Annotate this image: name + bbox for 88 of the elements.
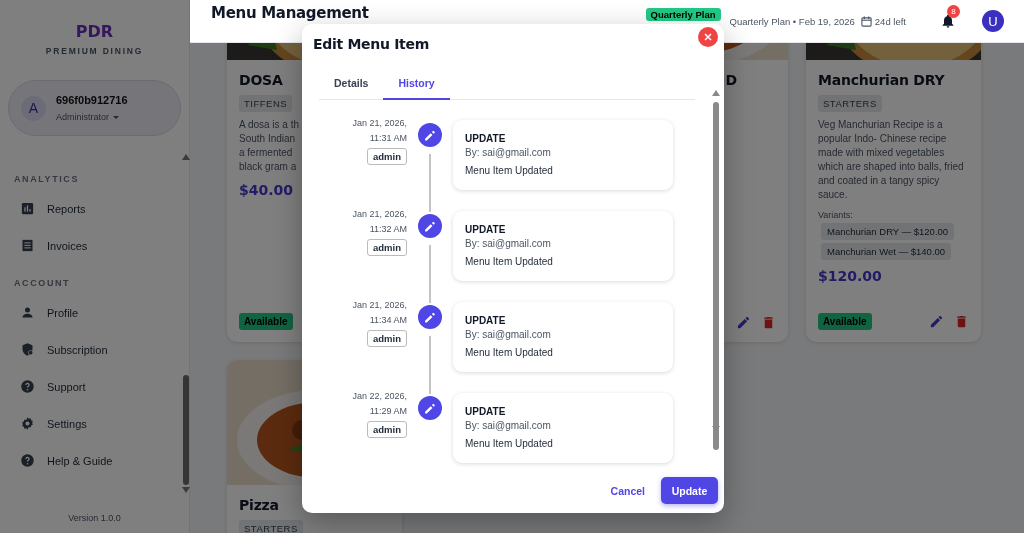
author-text: By: sai@gmail.com (465, 329, 552, 340)
description-line: A dosa is a th (239, 118, 300, 132)
author-text: By: sai@gmail.com (465, 147, 552, 158)
dish-title: DOSA (239, 72, 283, 88)
settings-icon (20, 416, 35, 431)
nav-item[interactable]: Reports (0, 190, 189, 227)
author-text: By: sai@gmail.com (465, 420, 552, 431)
section-heading: ACCOUNT (14, 278, 72, 288)
scroll-up-icon[interactable] (182, 154, 190, 160)
description-line: South Indian (239, 132, 296, 146)
change-note: Menu Item Updated (465, 347, 554, 358)
nav-item[interactable]: Invoices (0, 227, 189, 264)
plan-badge: Quarterly Plan (645, 8, 721, 21)
shield-icon (20, 342, 35, 357)
brand-tagline: PREMIUM DINING (45, 46, 144, 56)
plan-info: Quarterly Plan • Feb 19, 2026 (729, 15, 855, 27)
pencil-icon (423, 310, 437, 324)
trash-icon[interactable] (954, 314, 969, 329)
dish-title: Manchurian DRY (818, 72, 945, 88)
scrollbar-thumb[interactable] (183, 375, 189, 485)
nav-item[interactable]: Profile (0, 294, 189, 331)
trash-icon[interactable] (761, 315, 776, 330)
edit-icon[interactable] (929, 314, 944, 329)
dialog-title: Edit Menu Item (313, 35, 430, 52)
change-note: Menu Item Updated (465, 256, 554, 267)
dish-price: $40.00 (239, 182, 295, 198)
status-badge: Available (818, 313, 872, 330)
dish-price: $120.00 (818, 268, 883, 284)
user-avatar[interactable]: U (982, 10, 1004, 32)
tab[interactable]: Details (319, 68, 384, 100)
dish-title: D (724, 72, 737, 88)
change-note: Menu Item Updated (465, 438, 554, 449)
dish-description: Veg Manchurian Recipe is a popular Indo- Chinese recipe made with mixed vegetables which are shaped into balls, fried and coated in a tangy spicy sauce. (818, 118, 965, 202)
category-tag: TIFFENS (239, 95, 293, 112)
user-avatar: A (21, 95, 46, 121)
action-title: UPDATE (465, 224, 507, 235)
question-icon (20, 453, 35, 468)
edit-icon[interactable] (736, 315, 751, 330)
nav-item[interactable]: Subscription (0, 331, 189, 368)
pencil-icon (423, 219, 437, 233)
action-title: UPDATE (465, 315, 507, 326)
change-note: Menu Item Updated (465, 165, 554, 176)
pencil-icon (423, 401, 437, 415)
scrollbar-thumb[interactable] (713, 102, 719, 450)
brand-logo: PDR (75, 22, 114, 41)
user-card[interactable]: A 696f0b912716 Administrator (8, 80, 181, 136)
category-tag: STARTERS (818, 95, 882, 112)
description-line: a fermented (239, 146, 293, 160)
timestamp: Jan 21, 2026, 11:32 AM (352, 208, 407, 236)
variant-chip: Manchurian DRY — $120.00 (821, 223, 955, 240)
version-label: Version 1.0.0 (68, 513, 121, 523)
update-button[interactable]: Update (661, 477, 718, 504)
pencil-icon (423, 128, 437, 142)
close-button[interactable] (698, 27, 718, 47)
page-title: Menu Management (211, 4, 370, 22)
caret-icon (113, 115, 119, 119)
notification-badge: 8 (947, 5, 960, 18)
bell-icon[interactable] (940, 13, 956, 29)
section-heading: ANALYTICS (14, 174, 81, 184)
role-tag: admin (367, 239, 407, 256)
action-title: UPDATE (465, 406, 507, 417)
description-line: black gram a (239, 160, 297, 174)
cancel-button[interactable]: Cancel (610, 480, 645, 501)
status-badge: Available (239, 313, 293, 330)
calendar-icon (860, 15, 872, 27)
dish-title: Pizza (239, 497, 279, 513)
chart-icon (20, 201, 35, 216)
scroll-down-icon[interactable] (182, 487, 190, 493)
user-role: Administrator (56, 112, 109, 122)
variant-chip: Manchurian Wet — $140.00 (821, 243, 952, 260)
user-name: 696f0b912716 (56, 94, 128, 106)
timestamp: Jan 22, 2026, 11:29 AM (352, 390, 407, 418)
days-left: 24d left (874, 15, 906, 27)
role-tag: admin (367, 421, 407, 438)
variants-label: Variants: (818, 210, 854, 220)
timestamp: Jan 21, 2026, 11:31 AM (352, 117, 407, 145)
tab[interactable]: History (383, 68, 450, 100)
close-icon (704, 33, 712, 41)
person-icon (20, 305, 35, 320)
question-icon (20, 379, 35, 394)
role-tag: admin (367, 148, 407, 165)
author-text: By: sai@gmail.com (465, 238, 552, 249)
role-tag: admin (367, 330, 407, 347)
document-icon (20, 238, 35, 253)
action-title: UPDATE (465, 133, 507, 144)
scroll-up-icon[interactable] (712, 90, 720, 96)
timestamp: Jan 21, 2026, 11:34 AM (352, 299, 407, 327)
category-tag: STARTERS (239, 520, 303, 533)
